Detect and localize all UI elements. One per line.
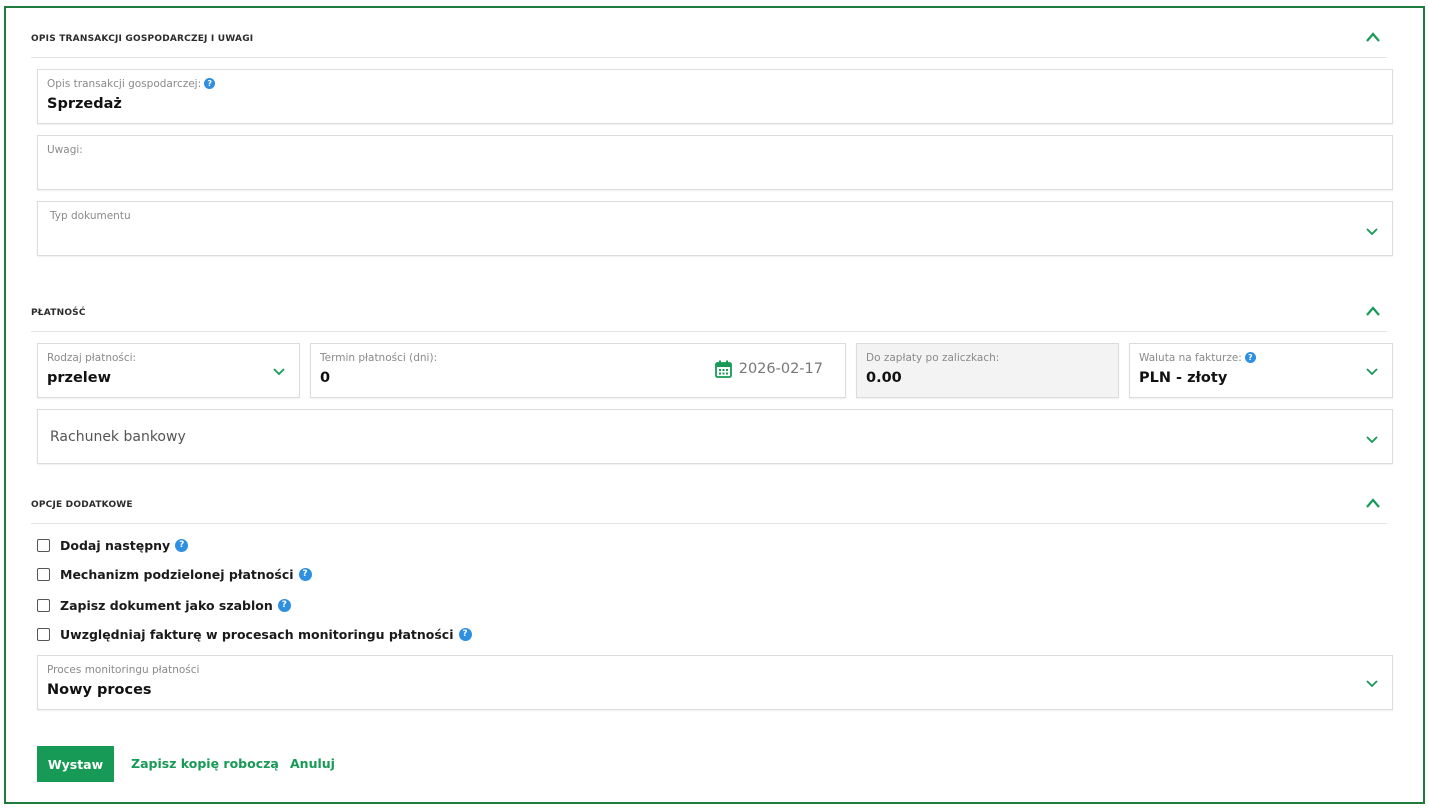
section-header-opcje[interactable]: OPCJE DODATKOWE: [31, 494, 1387, 524]
chevron-down-icon[interactable]: [1366, 366, 1378, 376]
help-icon[interactable]: ?: [1244, 352, 1256, 363]
anuluj-link[interactable]: Anuluj: [290, 756, 335, 771]
chevron-down-icon[interactable]: [1366, 434, 1378, 444]
checkbox-label: Zapisz dokument jako szablon: [60, 597, 273, 613]
do-zaplaty-field: Do zapłaty po zaliczkach: 0.00: [856, 343, 1119, 398]
checkbox-box[interactable]: [37, 567, 50, 581]
section-title-opis: OPIS TRANSAKCJI GOSPODARCZEJ I UWAGI: [31, 34, 254, 44]
typ-dokumentu-select[interactable]: Typ dokumentu: [37, 201, 1393, 256]
chevron-up-icon[interactable]: [1365, 31, 1381, 43]
waluta-value: PLN - złoty: [1139, 370, 1228, 386]
chevron-down-icon[interactable]: [1366, 678, 1378, 688]
termin-platnosci-label: Termin płatności (dni):: [320, 352, 438, 364]
rachunek-bankowy-select[interactable]: Rachunek bankowy: [37, 409, 1393, 464]
section-header-opis[interactable]: OPIS TRANSAKCJI GOSPODARCZEJ I UWAGI: [31, 28, 1387, 58]
waluta-label-text: Waluta na fakturze:: [1139, 352, 1242, 364]
chevron-down-icon[interactable]: [273, 366, 285, 376]
help-icon[interactable]: ?: [175, 538, 189, 552]
checkbox-box[interactable]: [37, 627, 50, 641]
wystaw-button[interactable]: Wystaw: [37, 746, 114, 782]
checkbox-monitoring-platnosci[interactable]: Uwzględniaj fakturę w procesach monitori…: [37, 625, 472, 643]
opis-transakcji-field[interactable]: Opis transakcji gospodarczej:? Sprzedaż: [37, 69, 1393, 124]
typ-dokumentu-label: Typ dokumentu: [50, 210, 131, 222]
proces-monitoringu-value: Nowy proces: [47, 682, 152, 698]
checkbox-label: Dodaj następny: [60, 537, 171, 553]
uwagi-field[interactable]: Uwagi:: [37, 135, 1393, 190]
rodzaj-platnosci-select[interactable]: Rodzaj płatności: przelew: [37, 343, 300, 398]
zapisz-kopie-robocza-link[interactable]: Zapisz kopię roboczą: [131, 756, 279, 771]
rachunek-bankowy-placeholder: Rachunek bankowy: [50, 429, 186, 445]
help-icon[interactable]: ?: [277, 598, 291, 612]
calendar-icon[interactable]: [714, 360, 732, 378]
chevron-up-icon[interactable]: [1365, 305, 1381, 317]
section-title-platnosc: PŁATNOŚĆ: [31, 308, 86, 318]
termin-date-picker[interactable]: 2026-02-17: [714, 359, 823, 379]
do-zaplaty-value: 0.00: [866, 370, 902, 386]
opis-transakcji-label: Opis transakcji gospodarczej:?: [47, 78, 216, 90]
waluta-label: Waluta na fakturze:?: [1139, 352, 1256, 364]
uwagi-label: Uwagi:: [47, 144, 83, 156]
chevron-up-icon[interactable]: [1365, 497, 1381, 509]
section-header-platnosc[interactable]: PŁATNOŚĆ: [31, 302, 1387, 332]
help-icon[interactable]: ?: [298, 567, 312, 581]
checkbox-dodaj-nastepny[interactable]: Dodaj następny ?: [37, 536, 189, 554]
checkbox-box[interactable]: [37, 538, 50, 552]
do-zaplaty-label: Do zapłaty po zaliczkach:: [866, 352, 1000, 364]
waluta-select[interactable]: Waluta na fakturze:? PLN - złoty: [1129, 343, 1393, 398]
termin-platnosci-field[interactable]: Termin płatności (dni): 0 2026-02-17: [310, 343, 846, 398]
help-icon[interactable]: ?: [204, 78, 216, 89]
termin-platnosci-value[interactable]: 0: [320, 370, 330, 386]
rodzaj-platnosci-label: Rodzaj płatności:: [47, 352, 137, 364]
chevron-down-icon[interactable]: [1366, 226, 1378, 236]
opis-transakcji-value[interactable]: Sprzedaż: [47, 96, 122, 112]
help-icon[interactable]: ?: [458, 627, 472, 641]
section-title-opcje: OPCJE DODATKOWE: [31, 500, 133, 510]
checkbox-label: Uwzględniaj fakturę w procesach monitori…: [60, 626, 454, 642]
termin-date-value: 2026-02-17: [738, 361, 823, 377]
proces-monitoringu-label: Proces monitoringu płatności: [47, 664, 200, 676]
rodzaj-platnosci-value: przelew: [47, 370, 112, 386]
checkbox-mechanizm-podzielonej[interactable]: Mechanizm podzielonej płatności ?: [37, 565, 312, 583]
checkbox-zapisz-szablon[interactable]: Zapisz dokument jako szablon ?: [37, 596, 291, 614]
proces-monitoringu-select[interactable]: Proces monitoringu płatności Nowy proces: [37, 655, 1393, 710]
checkbox-box[interactable]: [37, 598, 50, 612]
checkbox-label: Mechanizm podzielonej płatności: [60, 566, 294, 582]
opis-transakcji-label-text: Opis transakcji gospodarczej:: [47, 78, 202, 90]
